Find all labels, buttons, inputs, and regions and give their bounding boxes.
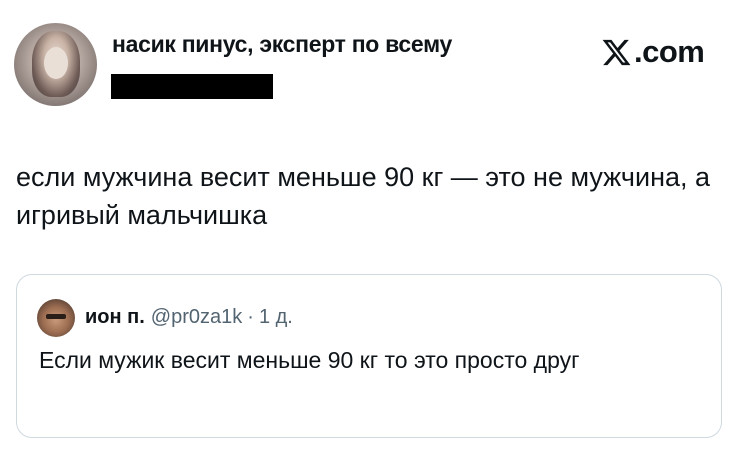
avatar-face: [44, 47, 68, 79]
quoted-author-avatar[interactable]: [37, 299, 75, 337]
avatar-sunglasses: [46, 314, 66, 319]
quoted-text: Если мужик весит меньше 90 кг то это про…: [39, 347, 580, 373]
quoted-timestamp[interactable]: 1 д.: [259, 306, 293, 328]
author-avatar[interactable]: [14, 23, 97, 106]
quoted-tweet-card[interactable]: ион п. @pr0za1k · 1 д. Если мужик весит мен…: [16, 274, 722, 438]
author-name[interactable]: насик пинус, эксперт по всему: [112, 31, 452, 58]
quoted-header: ион п. @pr0za1k · 1 д.: [85, 306, 293, 329]
brand-watermark: .com: [600, 34, 705, 70]
meta-separator: ·: [247, 306, 254, 328]
brand-domain: .com: [634, 34, 705, 69]
x-logo-icon: [602, 39, 631, 65]
quoted-author-name[interactable]: ион п.: [85, 306, 145, 328]
redacted-handle-bar: [111, 74, 273, 99]
tweet-text: если мужчина весит меньше 90 кг — это не…: [16, 162, 711, 230]
quoted-handle[interactable]: @pr0za1k: [151, 306, 242, 328]
